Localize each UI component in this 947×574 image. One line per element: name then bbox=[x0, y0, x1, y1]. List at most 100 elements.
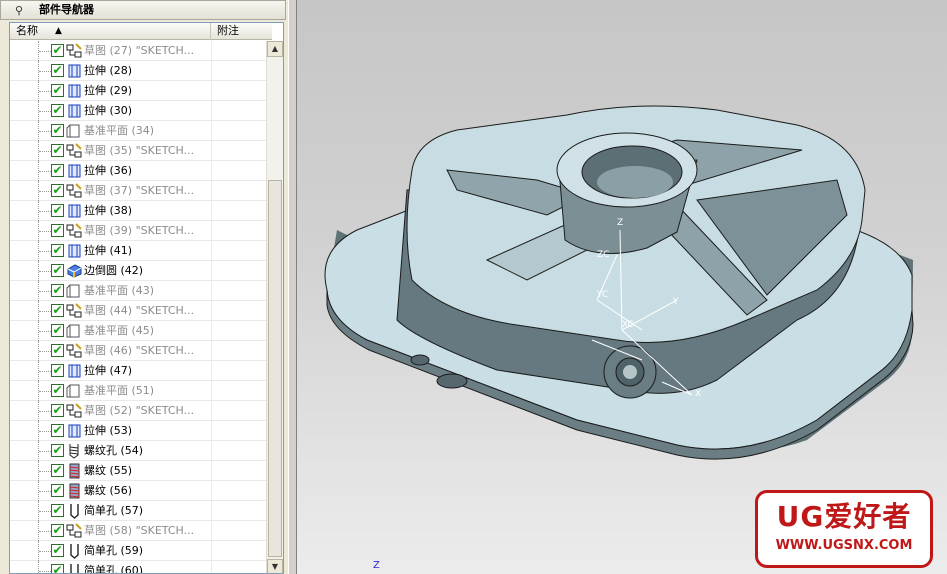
visibility-checkbox[interactable]: ✔ bbox=[51, 424, 64, 437]
scroll-down-arrow-icon[interactable]: ▼ bbox=[267, 559, 283, 573]
feature-row[interactable]: ✔ 拉伸 (53) bbox=[10, 421, 272, 441]
visibility-checkbox[interactable]: ✔ bbox=[51, 524, 64, 537]
visibility-checkbox[interactable]: ✔ bbox=[51, 544, 64, 557]
note-cell bbox=[211, 281, 212, 301]
column-header-note[interactable]: 附注 bbox=[212, 23, 272, 40]
note-cell bbox=[211, 81, 212, 101]
note-cell bbox=[211, 141, 212, 161]
feature-row[interactable]: ✔ 拉伸 (47) bbox=[10, 361, 272, 381]
panel-splitter[interactable] bbox=[288, 0, 297, 574]
part-navigator-title-bar[interactable]: ⚲ 部件导航器 bbox=[0, 0, 286, 20]
note-cell bbox=[211, 541, 212, 561]
visibility-checkbox[interactable]: ✔ bbox=[51, 224, 64, 237]
visibility-checkbox[interactable]: ✔ bbox=[51, 444, 64, 457]
tree-connector bbox=[38, 521, 52, 541]
axis-label-zc: ZC bbox=[597, 250, 610, 260]
note-cell bbox=[211, 341, 212, 361]
feature-row[interactable]: ✔ 拉伸 (36) bbox=[10, 161, 272, 181]
tree-connector bbox=[38, 221, 52, 241]
feature-row[interactable]: ✔ 基准平面 (34) bbox=[10, 121, 272, 141]
visibility-checkbox[interactable]: ✔ bbox=[51, 464, 64, 477]
feature-row[interactable]: ✔ 草图 (39) "SKETCH... bbox=[10, 221, 272, 241]
visibility-checkbox[interactable]: ✔ bbox=[51, 244, 64, 257]
feature-row[interactable]: ✔ 简单孔 (59) bbox=[10, 541, 272, 561]
feature-row[interactable]: ✔ 简单孔 (57) bbox=[10, 501, 272, 521]
part-navigator-panel: ⚲ 部件导航器 名称 ▲ 附注 ✔ 草图 (27) "SKETCH... ✔ 拉伸 (… bbox=[0, 0, 288, 574]
feature-label: 螺纹 (56) bbox=[84, 484, 133, 497]
feature-row[interactable]: ✔ 草图 (44) "SKETCH... bbox=[10, 301, 272, 321]
visibility-checkbox[interactable]: ✔ bbox=[51, 84, 64, 97]
note-cell bbox=[211, 401, 212, 421]
feature-row[interactable]: ✔ 基准平面 (43) bbox=[10, 281, 272, 301]
feature-label: 拉伸 (47) bbox=[84, 364, 133, 377]
watermark-url: WWW.UGSNX.COM bbox=[775, 538, 913, 553]
column-header-name[interactable]: 名称 ▲ bbox=[10, 23, 211, 40]
feature-row[interactable]: ✔ 拉伸 (29) bbox=[10, 81, 272, 101]
feature-list: ✔ 草图 (27) "SKETCH... ✔ 拉伸 (28) ✔ 拉伸 (29) ✔ 拉伸 (… bbox=[10, 41, 272, 574]
feature-label: 拉伸 (28) bbox=[84, 64, 133, 77]
feature-row[interactable]: ✔ 简单孔 (60) bbox=[10, 561, 272, 574]
graphics-viewport[interactable]: Z Y X XC YC ZC Z bbox=[297, 0, 947, 574]
watermark-title: UG爱好者 bbox=[776, 500, 912, 533]
visibility-checkbox[interactable]: ✔ bbox=[51, 344, 64, 357]
note-cell bbox=[211, 241, 212, 261]
sketch-icon bbox=[66, 143, 83, 159]
feature-row[interactable]: ✔ 草图 (37) "SKETCH... bbox=[10, 181, 272, 201]
note-cell bbox=[211, 201, 212, 221]
pin-icon[interactable]: ⚲ bbox=[15, 2, 23, 20]
extrude-icon bbox=[66, 83, 83, 99]
feature-label: 草图 (37) "SKETCH... bbox=[84, 184, 195, 197]
scroll-up-arrow-icon[interactable]: ▲ bbox=[267, 41, 283, 57]
feature-row[interactable]: ✔ 基准平面 (45) bbox=[10, 321, 272, 341]
visibility-checkbox[interactable]: ✔ bbox=[51, 164, 64, 177]
tree-scrollbar[interactable]: ▲ ▼ bbox=[266, 41, 283, 573]
visibility-checkbox[interactable]: ✔ bbox=[51, 284, 64, 297]
part-model-3d[interactable] bbox=[297, 0, 947, 574]
visibility-checkbox[interactable]: ✔ bbox=[51, 104, 64, 117]
feature-row[interactable]: ✔ 拉伸 (28) bbox=[10, 61, 272, 81]
extrude-icon bbox=[66, 423, 83, 439]
feature-row[interactable]: ✔ 螺纹孔 (54) bbox=[10, 441, 272, 461]
visibility-checkbox[interactable]: ✔ bbox=[51, 364, 64, 377]
feature-row[interactable]: ✔ 草图 (46) "SKETCH... bbox=[10, 341, 272, 361]
feature-row[interactable]: ✔ 螺纹 (56) bbox=[10, 481, 272, 501]
note-cell bbox=[211, 441, 212, 461]
tree-connector bbox=[38, 481, 52, 501]
mounting-hole-slot bbox=[436, 373, 468, 389]
visibility-checkbox[interactable]: ✔ bbox=[51, 184, 64, 197]
visibility-checkbox[interactable]: ✔ bbox=[51, 404, 64, 417]
feature-label: 简单孔 (57) bbox=[84, 504, 144, 517]
visibility-checkbox[interactable]: ✔ bbox=[51, 504, 64, 517]
thread-icon bbox=[66, 463, 83, 479]
visibility-checkbox[interactable]: ✔ bbox=[51, 124, 64, 137]
feature-label: 简单孔 (60) bbox=[84, 564, 144, 574]
feature-row[interactable]: ✔ 草图 (35) "SKETCH... bbox=[10, 141, 272, 161]
visibility-checkbox[interactable]: ✔ bbox=[51, 44, 64, 57]
visibility-checkbox[interactable]: ✔ bbox=[51, 564, 64, 573]
visibility-checkbox[interactable]: ✔ bbox=[51, 384, 64, 397]
sketch-icon bbox=[66, 43, 83, 59]
feature-row[interactable]: ✔ 拉伸 (41) bbox=[10, 241, 272, 261]
scroll-thumb[interactable] bbox=[268, 180, 282, 557]
feature-row[interactable]: ✔ 草图 (27) "SKETCH... bbox=[10, 41, 272, 61]
feature-row[interactable]: ✔ 基准平面 (51) bbox=[10, 381, 272, 401]
feature-row[interactable]: ✔ 草图 (52) "SKETCH... bbox=[10, 401, 272, 421]
axis-label-z: Z bbox=[617, 218, 624, 228]
visibility-checkbox[interactable]: ✔ bbox=[51, 304, 64, 317]
visibility-checkbox[interactable]: ✔ bbox=[51, 264, 64, 277]
visibility-checkbox[interactable]: ✔ bbox=[51, 324, 64, 337]
feature-row[interactable]: ✔ 拉伸 (38) bbox=[10, 201, 272, 221]
note-cell bbox=[211, 301, 212, 321]
tree-connector bbox=[38, 261, 52, 281]
feature-row[interactable]: ✔ 螺纹 (55) bbox=[10, 461, 272, 481]
feature-row[interactable]: ✔ 草图 (58) "SKETCH... bbox=[10, 521, 272, 541]
visibility-checkbox[interactable]: ✔ bbox=[51, 484, 64, 497]
visibility-checkbox[interactable]: ✔ bbox=[51, 204, 64, 217]
feature-label: 拉伸 (36) bbox=[84, 164, 133, 177]
feature-label: 拉伸 (41) bbox=[84, 244, 133, 257]
feature-row[interactable]: ✔ 拉伸 (30) bbox=[10, 101, 272, 121]
visibility-checkbox[interactable]: ✔ bbox=[51, 144, 64, 157]
axis-label-y: Y bbox=[673, 297, 679, 307]
visibility-checkbox[interactable]: ✔ bbox=[51, 64, 64, 77]
feature-row[interactable]: ✔ 边倒圆 (42) bbox=[10, 261, 272, 281]
